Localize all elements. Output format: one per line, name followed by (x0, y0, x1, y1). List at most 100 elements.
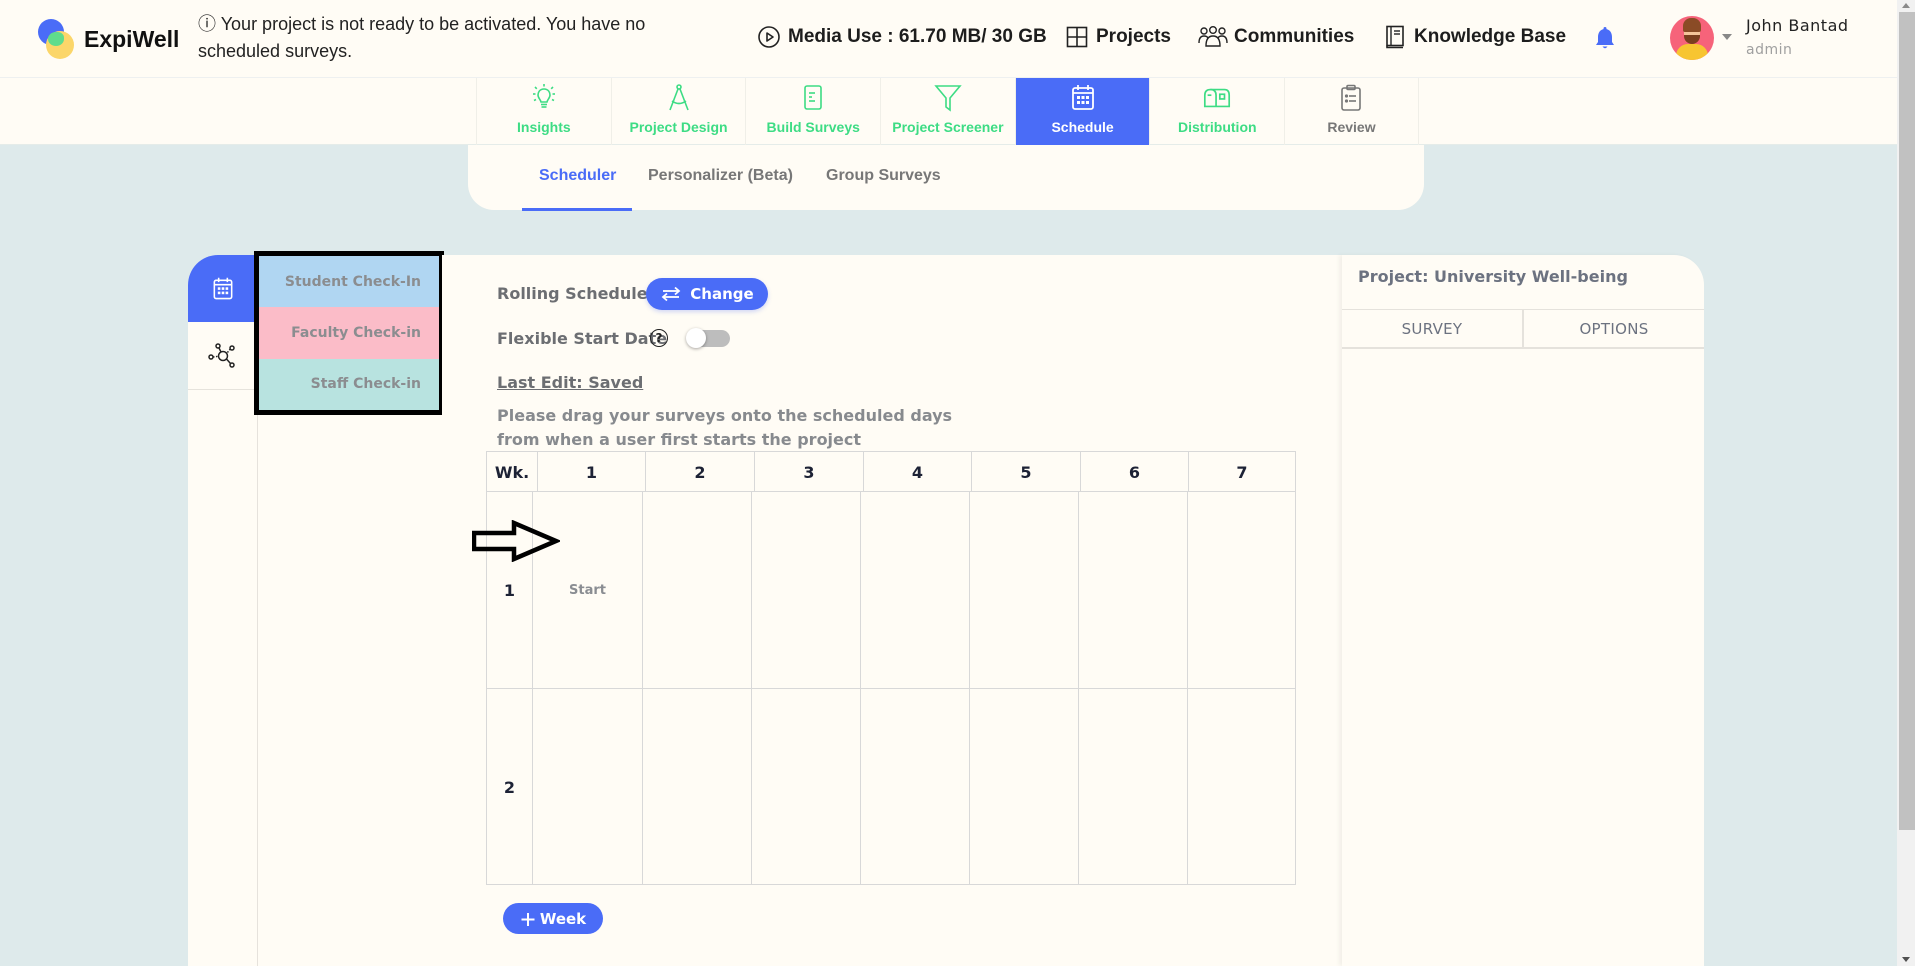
week-row: 1 Start (487, 492, 1295, 688)
scroll-down-icon[interactable] (1902, 957, 1910, 962)
grid-header-row: Wk. 1 2 3 4 5 6 7 (487, 452, 1295, 492)
brand-name: ExpiWell (84, 25, 180, 52)
mailbox-icon (1202, 83, 1232, 113)
play-circle-icon (756, 24, 782, 50)
tab-distribution[interactable]: Distribution (1149, 78, 1284, 145)
media-use-label: Media Use : 61.70 MB/ 30 GB (788, 26, 1047, 47)
day-header: 3 (755, 452, 864, 492)
bell-icon[interactable] (1592, 26, 1618, 52)
column-options[interactable]: OPTIONS (1522, 310, 1704, 347)
logo-icon (36, 17, 80, 61)
day-header: 7 (1236, 462, 1248, 482)
swap-icon (661, 286, 681, 302)
top-header: ExpiWell ⓘ Your project is not ready to … (0, 0, 1897, 78)
tab-schedule-label: Schedule (1051, 119, 1114, 135)
tab-build-surveys[interactable]: Build Surveys (745, 78, 880, 145)
side-icon-column (188, 255, 258, 966)
tab-project-screener-label: Project Screener (892, 119, 1004, 135)
arrow-annotation-icon (472, 520, 560, 562)
day-cell[interactable] (643, 689, 752, 885)
add-week-label: Week (539, 909, 587, 928)
change-schedule-button[interactable]: Change (646, 278, 768, 310)
tab-review[interactable]: Review (1284, 78, 1419, 145)
info-icon: ⓘ (198, 14, 216, 34)
nav-projects[interactable]: Projects (1064, 24, 1171, 50)
tab-project-design[interactable]: Project Design (610, 78, 746, 145)
tab-distribution-label: Distribution (1178, 119, 1257, 135)
user-role: admin (1746, 42, 1793, 58)
workflow-tabs: Insights Project Design Build Surveys Pr… (476, 78, 1419, 145)
day-cell[interactable] (1079, 492, 1188, 688)
tab-build-surveys-label: Build Surveys (766, 119, 860, 135)
media-use: Media Use : 61.70 MB/ 30 GB (756, 24, 1047, 50)
change-button-label: Change (690, 285, 754, 303)
nav-communities[interactable]: Communities (1198, 24, 1354, 50)
scroll-up-icon[interactable] (1902, 3, 1910, 8)
nav-knowledge-base-label: Knowledge Base (1414, 26, 1567, 47)
avatar[interactable] (1670, 16, 1714, 60)
day-header: 4 (864, 452, 972, 492)
nav-knowledge-base[interactable]: Knowledge Base (1382, 24, 1566, 50)
survey-table-header: SURVEY OPTIONS (1342, 309, 1704, 349)
week-row: 2 (487, 688, 1295, 885)
survey-item[interactable]: Faculty Check-in (259, 307, 439, 359)
active-subtab-indicator (522, 208, 632, 211)
tab-project-screener[interactable]: Project Screener (880, 78, 1015, 145)
week-number: 2 (487, 689, 533, 885)
add-week-button[interactable]: Week (503, 903, 603, 934)
survey-list: Student Check-In Faculty Check-in Staff … (254, 251, 444, 415)
people-icon (1198, 24, 1228, 50)
survey-item[interactable]: Student Check-In (259, 256, 439, 308)
flexible-start-toggle[interactable] (686, 328, 730, 348)
clipboard-icon (1336, 83, 1366, 113)
calendar-view-button[interactable] (188, 255, 257, 322)
day-cell[interactable] (1188, 689, 1295, 885)
nav-projects-label: Projects (1096, 26, 1171, 47)
sub-tab-bar: Scheduler Personalizer (Beta) Group Surv… (468, 145, 1424, 211)
column-survey[interactable]: SURVEY (1342, 310, 1522, 347)
tab-insights[interactable]: Insights (476, 78, 611, 145)
day-header: 6 (1081, 452, 1189, 492)
day-header: 1 (538, 452, 646, 492)
subtab-group-surveys[interactable]: Group Surveys (826, 167, 941, 185)
filter-icon (933, 83, 963, 113)
calendar-icon (213, 277, 232, 299)
day-cell[interactable] (1079, 689, 1188, 885)
schedule-grid: Wk. 1 2 3 4 5 6 7 1 Start 2 (486, 451, 1296, 885)
subtab-scheduler[interactable]: Scheduler (539, 167, 616, 185)
day-cell[interactable] (752, 492, 861, 688)
day-cell[interactable] (533, 689, 643, 885)
compass-icon (664, 83, 694, 113)
grid-icon (1064, 24, 1090, 50)
tab-insights-label: Insights (517, 119, 571, 135)
day-cell[interactable] (643, 492, 752, 688)
subtab-personalizer[interactable]: Personalizer (Beta) (648, 167, 793, 185)
day-cell[interactable] (1188, 492, 1295, 688)
brand-logo[interactable]: ExpiWell (36, 17, 179, 61)
day-cell[interactable] (970, 689, 1079, 885)
user-name[interactable]: John Bantad (1746, 16, 1849, 35)
chevron-down-icon[interactable] (1722, 34, 1732, 40)
page-scrollbar[interactable] (1897, 0, 1915, 966)
book-icon (1382, 24, 1408, 50)
network-view-button[interactable] (188, 322, 257, 390)
lightbulb-icon (529, 83, 559, 113)
day-cell[interactable] (861, 689, 970, 885)
day-cell[interactable] (861, 492, 970, 688)
notice-text: Your project is not ready to be activate… (198, 14, 646, 61)
calendar-icon (1068, 83, 1098, 113)
network-icon (207, 342, 235, 368)
scrollbar-thumb[interactable] (1899, 12, 1915, 830)
project-title: Project: University Well-being (1358, 267, 1628, 286)
last-edit-status[interactable]: Last Edit: Saved (497, 373, 643, 392)
tab-review-label: Review (1327, 119, 1376, 135)
drag-instructions: Please drag your surveys onto the schedu… (497, 406, 953, 449)
nav-communities-label: Communities (1234, 26, 1355, 47)
survey-item[interactable]: Staff Check-in (259, 358, 439, 410)
day-cell[interactable] (970, 492, 1079, 688)
flexible-start-label: Flexible Start Date (497, 329, 668, 348)
help-icon[interactable]: ? (650, 329, 668, 347)
schedule-type-label: Rolling Schedule (497, 284, 648, 303)
tab-schedule[interactable]: Schedule (1014, 78, 1150, 145)
day-cell[interactable] (752, 689, 861, 885)
